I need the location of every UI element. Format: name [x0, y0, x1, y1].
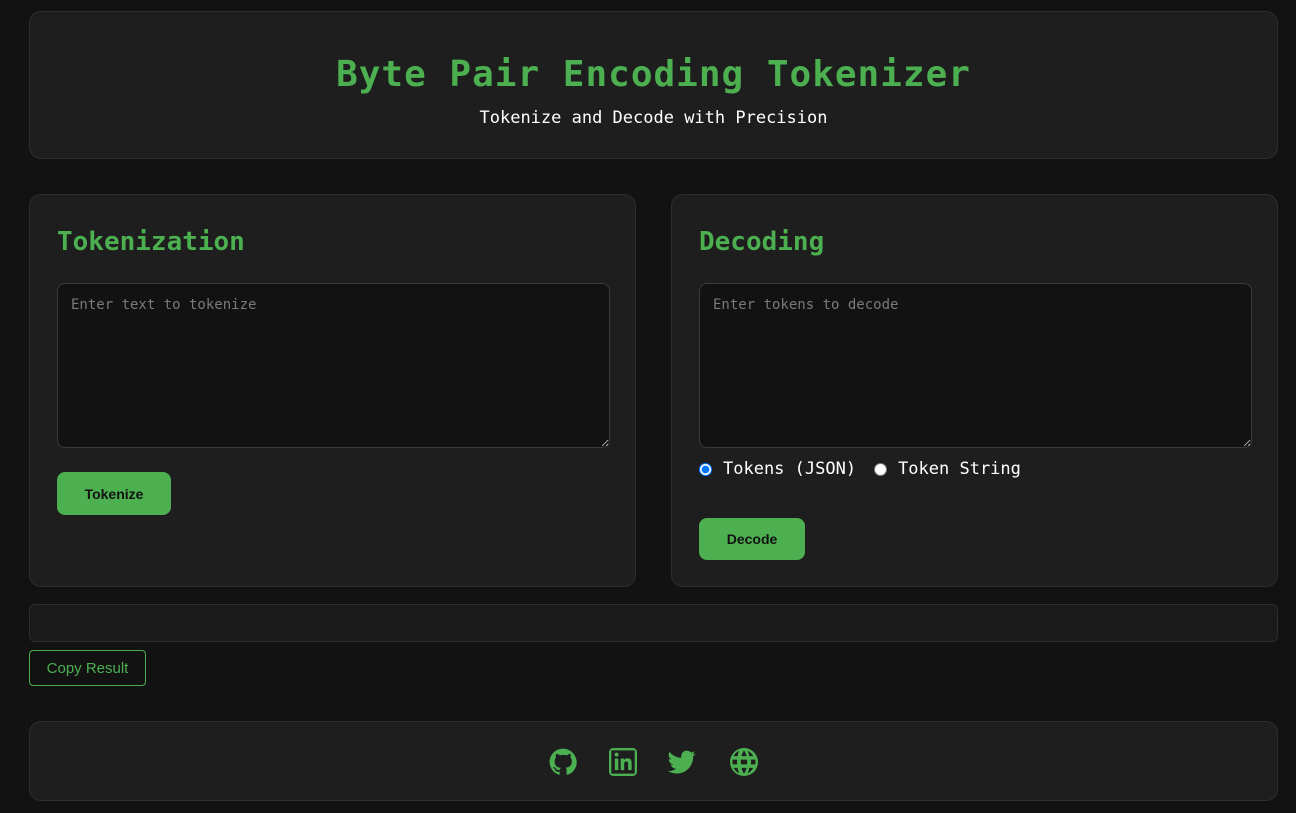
- radio-token-string[interactable]: Token String: [874, 459, 1021, 479]
- decode-format-options: Tokens (JSON) Token String: [699, 459, 1039, 479]
- result-output: [29, 604, 1278, 642]
- tokenization-title: Tokenization: [57, 227, 245, 257]
- radio-token-string-input[interactable]: [874, 462, 888, 476]
- decode-button[interactable]: Decode: [699, 518, 805, 560]
- twitter-icon[interactable]: [668, 748, 696, 776]
- radio-tokens-json-label: Tokens (JSON): [723, 459, 857, 479]
- radio-token-string-label: Token String: [898, 459, 1021, 479]
- tokenize-button[interactable]: Tokenize: [57, 472, 171, 515]
- header-card: Byte Pair Encoding Tokenizer Tokenize an…: [29, 11, 1278, 159]
- page-subtitle: Tokenize and Decode with Precision: [479, 108, 828, 128]
- copy-result-button[interactable]: Copy Result: [29, 650, 146, 686]
- decode-input[interactable]: [699, 283, 1252, 448]
- tokenize-input[interactable]: [57, 283, 610, 448]
- decoding-title: Decoding: [699, 227, 825, 257]
- radio-tokens-json[interactable]: Tokens (JSON): [699, 459, 856, 479]
- radio-tokens-json-input[interactable]: [699, 462, 712, 476]
- decoding-panel: Decoding Tokens (JSON) Token String Deco…: [671, 194, 1278, 587]
- footer: [29, 721, 1278, 801]
- globe-icon[interactable]: [730, 748, 758, 776]
- linkedin-icon[interactable]: [609, 748, 637, 776]
- github-icon[interactable]: [549, 748, 577, 776]
- page-title: Byte Pair Encoding Tokenizer: [336, 54, 971, 95]
- tokenization-panel: Tokenization Tokenize: [29, 194, 636, 587]
